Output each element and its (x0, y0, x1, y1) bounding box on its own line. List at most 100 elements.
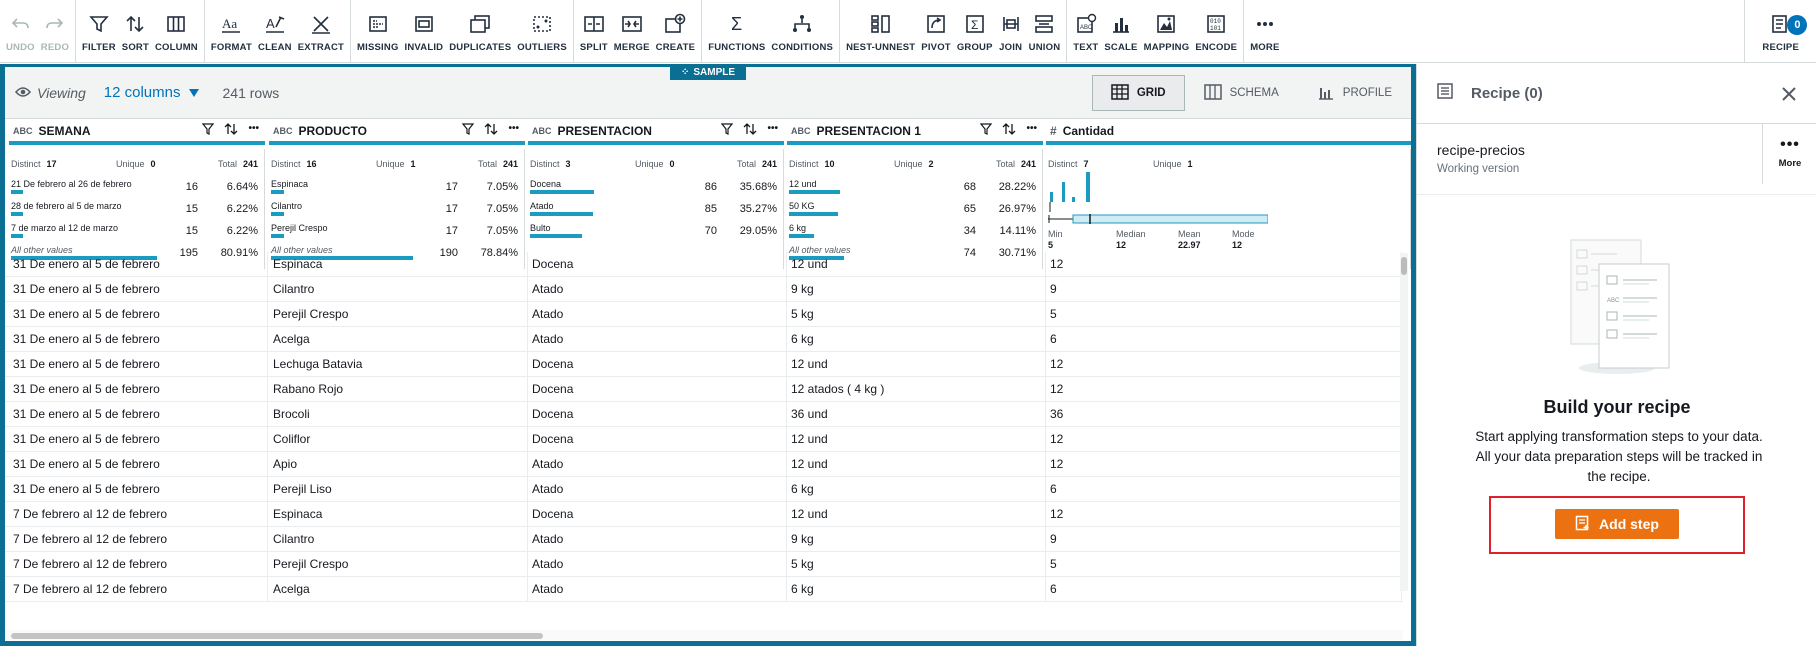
filter-button[interactable]: FILTER (79, 0, 119, 62)
table-cell[interactable]: Atado (528, 577, 787, 602)
table-cell[interactable]: Docena (528, 402, 787, 427)
tab-profile[interactable]: PROFILE (1298, 75, 1411, 111)
table-cell[interactable]: Perejil Crespo (269, 552, 528, 577)
tab-schema[interactable]: SCHEMA (1185, 75, 1298, 111)
mapping-button[interactable]: MAPPING (1141, 0, 1193, 62)
table-cell[interactable]: Atado (528, 277, 787, 302)
table-cell[interactable]: 6 (1046, 577, 1402, 602)
scale-button[interactable]: SCALE (1101, 0, 1140, 62)
table-cell[interactable]: 6 kg (787, 327, 1046, 352)
table-cell[interactable]: 31 De enero al 5 de febrero (9, 302, 268, 327)
table-cell[interactable]: 31 De enero al 5 de febrero (9, 402, 268, 427)
table-cell[interactable]: 36 (1046, 402, 1402, 427)
table-cell[interactable]: Cilantro (269, 527, 528, 552)
table-cell[interactable]: 9 kg (787, 277, 1046, 302)
table-cell[interactable]: Lechuga Batavia (269, 352, 528, 377)
vertical-scrollbar[interactable] (1400, 253, 1408, 591)
table-cell[interactable]: 31 De enero al 5 de febrero (9, 252, 268, 277)
table-cell[interactable]: 9 kg (787, 527, 1046, 552)
horizontal-scrollbar[interactable] (5, 630, 1403, 640)
recipe-more-button[interactable]: ••• More (1762, 124, 1816, 184)
create-button[interactable]: CREATE (653, 0, 699, 62)
table-cell[interactable]: Atado (528, 327, 787, 352)
column-header[interactable]: ABC SEMANA ••• (9, 120, 265, 145)
more-button[interactable]: MORE (1247, 0, 1282, 62)
table-cell[interactable]: Coliflor (269, 427, 528, 452)
nest-unnest-button[interactable]: NEST-UNNEST (843, 0, 918, 62)
more-options-icon[interactable]: ••• (1026, 123, 1037, 138)
table-cell[interactable]: Atado (528, 527, 787, 552)
duplicates-button[interactable]: DUPLICATES (446, 0, 514, 62)
split-button[interactable]: SPLIT (577, 0, 611, 62)
table-cell[interactable]: 12 atados ( 4 kg ) (787, 377, 1046, 402)
column-button[interactable]: COLUMN (152, 0, 201, 62)
table-cell[interactable]: 31 De enero al 5 de febrero (9, 327, 268, 352)
table-cell[interactable]: 6 kg (787, 577, 1046, 602)
table-cell[interactable]: 5 (1046, 302, 1402, 327)
table-cell[interactable]: Perejil Crespo (269, 302, 528, 327)
vertical-scroll-thumb[interactable] (1401, 257, 1407, 275)
table-cell[interactable]: 12 (1046, 377, 1402, 402)
table-cell[interactable]: Docena (528, 427, 787, 452)
table-cell[interactable]: 7 De febrero al 12 de febrero (9, 502, 268, 527)
table-cell[interactable]: Espinaca (269, 502, 528, 527)
join-button[interactable]: JOIN (996, 0, 1026, 62)
undo-button[interactable]: UNDO (3, 0, 38, 62)
table-cell[interactable]: Rabano Rojo (269, 377, 528, 402)
recipe-button[interactable]: RECIPE 0 (1759, 0, 1808, 62)
text-button[interactable]: ABC TEXT (1070, 0, 1101, 62)
filter-icon[interactable] (980, 123, 993, 138)
table-cell[interactable]: 12 (1046, 452, 1402, 477)
table-cell[interactable]: Docena (528, 377, 787, 402)
invalid-button[interactable]: INVALID (402, 0, 447, 62)
table-cell[interactable]: Acelga (269, 327, 528, 352)
add-step-button[interactable]: Add step (1555, 509, 1679, 539)
sort-button[interactable]: SORT (119, 0, 152, 62)
table-cell[interactable]: 12 (1046, 352, 1402, 377)
more-options-icon[interactable]: ••• (248, 123, 259, 138)
pivot-button[interactable]: PIVOT (918, 0, 954, 62)
more-options-icon[interactable]: ••• (767, 123, 778, 138)
table-cell[interactable]: Docena (528, 352, 787, 377)
group-button[interactable]: Σ GROUP (954, 0, 996, 62)
table-cell[interactable]: 5 kg (787, 302, 1046, 327)
close-icon[interactable] (1781, 82, 1797, 108)
conditions-button[interactable]: CONDITIONS (768, 0, 836, 62)
table-cell[interactable]: 12 und (787, 252, 1046, 277)
sort-icon[interactable] (224, 123, 238, 138)
table-cell[interactable]: Atado (528, 552, 787, 577)
table-cell[interactable]: Espinaca (269, 252, 528, 277)
table-cell[interactable]: 12 und (787, 352, 1046, 377)
table-cell[interactable]: 31 De enero al 5 de febrero (9, 352, 268, 377)
table-cell[interactable]: Perejil Liso (269, 477, 528, 502)
table-cell[interactable]: 36 und (787, 402, 1046, 427)
table-cell[interactable]: 7 De febrero al 12 de febrero (9, 577, 268, 602)
column-header[interactable]: ABC PRESENTACION 1 ••• (787, 120, 1043, 145)
table-cell[interactable]: Brocoli (269, 402, 528, 427)
format-button[interactable]: Aa FORMAT (208, 0, 255, 62)
table-cell[interactable]: Apio (269, 452, 528, 477)
encode-button[interactable]: 010 101 ENCODE (1192, 0, 1240, 62)
table-cell[interactable]: 31 De enero al 5 de febrero (9, 452, 268, 477)
column-header[interactable]: ABC PRODUCTO ••• (269, 120, 525, 145)
table-cell[interactable]: 31 De enero al 5 de febrero (9, 477, 268, 502)
table-cell[interactable]: 6 (1046, 477, 1402, 502)
table-cell[interactable]: 7 De febrero al 12 de febrero (9, 552, 268, 577)
union-button[interactable]: UNION (1026, 0, 1064, 62)
tab-grid[interactable]: GRID (1091, 75, 1185, 111)
table-cell[interactable]: 6 (1046, 327, 1402, 352)
functions-button[interactable]: Σ FUNCTIONS (705, 0, 768, 62)
missing-button[interactable]: MISSING (354, 0, 402, 62)
outliers-button[interactable]: OUTLIERS (514, 0, 570, 62)
table-cell[interactable]: 12 und (787, 427, 1046, 452)
table-cell[interactable]: Docena (528, 252, 787, 277)
table-cell[interactable]: Docena (528, 502, 787, 527)
table-cell[interactable]: 7 De febrero al 12 de febrero (9, 527, 268, 552)
more-options-icon[interactable]: ••• (508, 123, 519, 138)
table-cell[interactable]: Atado (528, 302, 787, 327)
sort-icon[interactable] (743, 123, 757, 138)
table-cell[interactable]: 31 De enero al 5 de febrero (9, 277, 268, 302)
table-cell[interactable]: 12 und (787, 452, 1046, 477)
table-cell[interactable]: 12 (1046, 252, 1402, 277)
extract-button[interactable]: EXTRACT (295, 0, 347, 62)
